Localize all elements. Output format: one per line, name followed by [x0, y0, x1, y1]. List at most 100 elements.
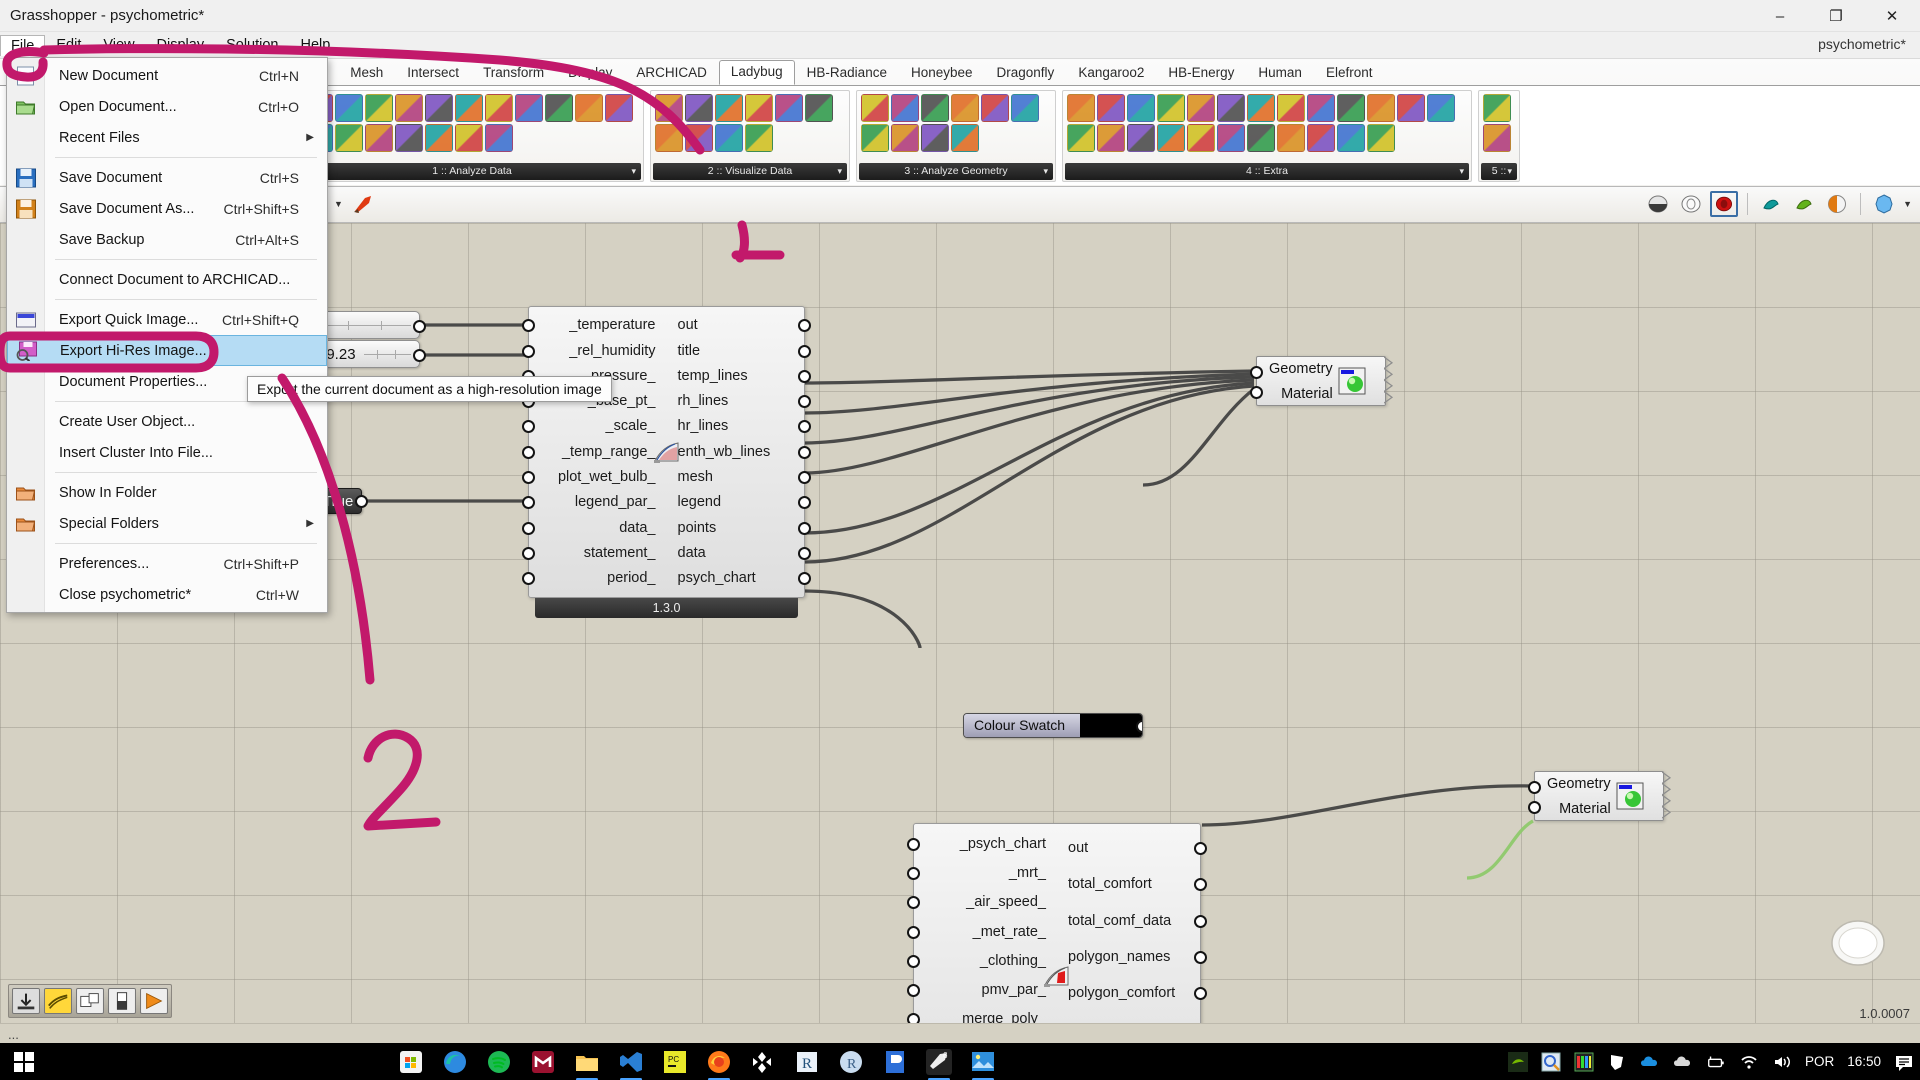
component-button-4-23[interactable] [1337, 124, 1365, 152]
ribbon-tab-hb-radiance[interactable]: HB-Radiance [795, 62, 899, 85]
windows-security-icon[interactable] [1607, 1052, 1627, 1072]
chevron-right-icon[interactable]: ▶ [306, 132, 314, 143]
input-param-clothing[interactable]: _clothing_ [980, 954, 1046, 969]
firefox-icon[interactable] [706, 1049, 732, 1080]
file-menu-item-show-in-folder[interactable]: Show In Folder [7, 477, 327, 508]
input-param-met-rate[interactable]: _met_rate_ [973, 925, 1046, 940]
output-param-points[interactable]: points [678, 520, 717, 536]
component-button-2-10[interactable] [745, 124, 773, 152]
output-port[interactable] [798, 395, 811, 408]
component-pmv-polygon[interactable]: _psych_chart _mrt_ _air_speed_ _met_rate_ _c… [907, 823, 1207, 1023]
output-param-mesh[interactable]: mesh [678, 470, 713, 485]
output-param-title[interactable]: title [678, 344, 701, 359]
chevron-down-icon[interactable]: ▾ [1507, 163, 1512, 180]
volume-icon[interactable] [1772, 1052, 1792, 1072]
rhino6-icon[interactable]: 6 [926, 1048, 952, 1080]
ribbon-panel-label[interactable]: 2 :: Visualize Data ▾ [653, 163, 847, 180]
input-port[interactable] [907, 984, 920, 997]
output-param-out[interactable]: out [1068, 841, 1088, 856]
component-button-1-14[interactable] [365, 124, 393, 152]
output-port[interactable] [413, 320, 426, 333]
component-button-2-8[interactable] [685, 124, 713, 152]
input-param-pmv-par[interactable]: pmv_par_ [982, 983, 1046, 998]
battery-icon[interactable] [1706, 1052, 1726, 1072]
output-param-total-comf-data[interactable]: total_comf_data [1068, 914, 1171, 929]
component-button-3-9[interactable] [921, 124, 949, 152]
component-button-4-19[interactable] [1217, 124, 1245, 152]
output-port[interactable] [798, 471, 811, 484]
ribbon-tab-transform[interactable]: Transform [471, 62, 556, 85]
component-button-1-5[interactable] [425, 94, 453, 122]
language-indicator[interactable]: POR [1805, 1054, 1834, 1069]
component-button-1-13[interactable] [335, 124, 363, 152]
ribbon-tab-kangaroo2[interactable]: Kangaroo2 [1066, 62, 1156, 85]
ribbon-tab-dragonfly[interactable]: Dragonfly [985, 62, 1067, 85]
microsoft-edge-icon[interactable] [442, 1049, 468, 1075]
colour-picker-icon[interactable] [1574, 1052, 1594, 1072]
component-button-4-20[interactable] [1247, 124, 1275, 152]
spotify-icon[interactable] [486, 1049, 512, 1075]
file-menu-item-save-document[interactable]: Save Document Ctrl+S [7, 162, 327, 193]
file-menu-item-export-hi-res-image[interactable]: Export Hi-Res Image... [7, 335, 327, 366]
component-button-4-6[interactable] [1217, 94, 1245, 122]
ribbon-tab-display[interactable]: Display [556, 62, 624, 85]
component-button-1-6[interactable] [455, 94, 483, 122]
output-param-legend[interactable]: legend [678, 495, 722, 510]
colour-swatch-top[interactable]: Colour Swatch [963, 713, 1143, 738]
output-param-polygon-comfort[interactable]: polygon_comfort [1068, 986, 1175, 1001]
component-button-1-17[interactable] [455, 124, 483, 152]
input-param-temp-range[interactable]: _temp_range_ [562, 445, 656, 460]
input-port[interactable] [907, 955, 920, 968]
vs-code-icon[interactable] [618, 1049, 644, 1080]
draw-icons-icon[interactable] [1757, 191, 1785, 217]
ribbon-tab-hb-energy[interactable]: HB-Energy [1156, 62, 1246, 85]
output-port[interactable] [355, 495, 368, 508]
file-explorer-icon[interactable] [574, 1049, 600, 1080]
component-button-4-2[interactable] [1097, 94, 1125, 122]
clock[interactable]: 16:50 [1847, 1054, 1881, 1069]
input-port[interactable] [522, 547, 535, 560]
component-button-2-9[interactable] [715, 124, 743, 152]
chevron-down-icon[interactable]: ▾ [1459, 163, 1464, 180]
component-button-1-15[interactable] [395, 124, 423, 152]
cluster-icon[interactable] [76, 988, 104, 1014]
output-port[interactable] [1136, 720, 1142, 733]
ribbon-tab-human[interactable]: Human [1246, 62, 1314, 85]
input-param-legend-par[interactable]: legend_par_ [575, 495, 656, 510]
component-button-1-2[interactable] [335, 94, 363, 122]
component-button-4-9[interactable] [1307, 94, 1335, 122]
component-button-4-1[interactable] [1067, 94, 1095, 122]
ribbon-panel-label[interactable]: 5 :: ▾ [1481, 163, 1517, 180]
input-port[interactable] [907, 867, 920, 880]
chevron-down-icon[interactable]: ▾ [1043, 163, 1048, 180]
component-button-1-4[interactable] [395, 94, 423, 122]
input-port-geometry[interactable] [1250, 366, 1263, 379]
menu-solution[interactable]: Solution [215, 34, 289, 56]
component-button-1-8[interactable] [515, 94, 543, 122]
input-port-geometry[interactable] [1528, 781, 1541, 794]
input-port[interactable] [522, 319, 535, 332]
chevron-right-icon[interactable]: ▶ [306, 518, 314, 529]
input-param-data[interactable]: data_ [619, 520, 655, 536]
chevron-down-icon[interactable]: ▼ [334, 199, 343, 209]
component-button-1-9[interactable] [545, 94, 573, 122]
component-button-1-11[interactable] [605, 94, 633, 122]
input-param-mrt[interactable]: _mrt_ [1009, 866, 1046, 881]
preview-component-bottom[interactable]: Geometry Material [1528, 771, 1671, 821]
output-port[interactable] [1194, 915, 1207, 928]
file-menu-item-recent-files[interactable]: Recent Files ▶ [7, 122, 327, 153]
output-param-data[interactable]: data [678, 546, 706, 561]
menu-edit[interactable]: Edit [45, 34, 92, 56]
output-port[interactable] [1194, 878, 1207, 891]
input-port[interactable] [522, 572, 535, 585]
input-param-rel-humidity[interactable]: _rel_humidity [569, 344, 655, 359]
microsoft-store-icon[interactable] [398, 1049, 424, 1075]
component-button-3-5[interactable] [981, 94, 1009, 122]
output-param-hr-lines[interactable]: hr_lines [678, 419, 729, 434]
component-button-3-1[interactable] [861, 94, 889, 122]
file-menu-item-save-document-as[interactable]: Save Document As... Ctrl+Shift+S [7, 193, 327, 224]
ribbon-tab-archicad[interactable]: ARCHICAD [624, 62, 719, 85]
grasshopper-plugin-icon[interactable] [882, 1049, 908, 1075]
draw-fancy-wires-icon[interactable] [1790, 191, 1818, 217]
ribbon-tab-honeybee[interactable]: Honeybee [899, 62, 985, 85]
